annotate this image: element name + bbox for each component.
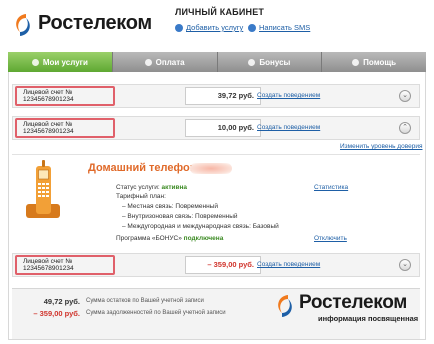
- account-balance: 39,72 руб.: [185, 87, 261, 105]
- account-row: Лицевой счет № 12345678901234 10,00 руб.…: [12, 116, 420, 140]
- footer-brand-name: Ростелеком: [299, 292, 408, 313]
- bonus-label: Программа «БОНУС»: [116, 235, 182, 242]
- plus-icon: [175, 23, 183, 32]
- service-title: Домашний телефон:: [88, 162, 201, 174]
- tariff-line: – Внутризоновая связь: Повременный: [122, 213, 238, 220]
- rostelecom-logo-icon: [278, 295, 292, 317]
- tariff-line: – Междугородная и международная связь: Б…: [122, 223, 279, 230]
- tariff-line-value: Базовый: [252, 223, 279, 230]
- tariff-label: Тарифный план:: [116, 193, 166, 200]
- brand-name: Ростелеком: [38, 12, 152, 34]
- chevron-up-icon: ⌃: [402, 124, 408, 131]
- help-icon: [352, 58, 360, 66]
- tab-bonuses[interactable]: Бонусы: [217, 52, 323, 72]
- status-value: активна: [161, 184, 188, 191]
- tariff-line-label: – Местная связь:: [122, 203, 174, 210]
- statistics-link[interactable]: Статистика: [314, 184, 348, 191]
- tariff-line: – Местная связь: Повременный: [122, 203, 218, 210]
- tab-payment[interactable]: Оплата: [112, 52, 218, 72]
- send-sms-label: Написать SMS: [259, 23, 311, 32]
- bonus-value: подключена: [183, 235, 224, 242]
- main-tabs: Мои услуги Оплата Бонусы Помощь: [8, 52, 426, 72]
- account-number: Лицевой счет № 12345678901234: [15, 255, 115, 275]
- total-debt: – 359,00 руб.: [33, 309, 80, 318]
- status-label: Статус услуги:: [116, 184, 160, 191]
- add-service-link[interactable]: Добавить услугу: [175, 23, 243, 32]
- chevron-down-icon: ⌄: [402, 92, 408, 99]
- add-service-label: Добавить услугу: [186, 23, 244, 32]
- divider: [12, 154, 420, 155]
- account-number: Лицевой счет № 12345678901234: [15, 118, 115, 138]
- cordless-phone-icon: [26, 160, 60, 218]
- tab-my-services[interactable]: Мои услуги: [8, 52, 113, 72]
- service-status: Статус услуги: активна: [116, 184, 187, 191]
- collapse-toggle-button[interactable]: ⌃: [399, 122, 411, 134]
- tariff-line-value: Повременный: [195, 213, 238, 220]
- account-number: Лицевой счет № 12345678901234: [15, 86, 115, 106]
- home-icon: [31, 58, 39, 66]
- footer-tagline: информация посвященная: [318, 314, 419, 323]
- account-row: Лицевой счет № 12345678901234 – 359,00 р…: [12, 253, 420, 277]
- send-sms-link[interactable]: Написать SMS: [248, 23, 310, 32]
- expand-toggle-button[interactable]: ⌄: [399, 259, 411, 271]
- chevron-down-icon: ⌄: [402, 261, 408, 268]
- cabinet-title: ЛИЧНЫЙ КАБИНЕТ: [175, 7, 265, 17]
- tariff-line-value: Повременный: [175, 203, 218, 210]
- bonus-program: Программа «БОНУС» подключена: [116, 235, 223, 242]
- change-trust-level-link[interactable]: Изменить уровень доверия: [340, 143, 422, 150]
- account-balance: – 359,00 руб.: [185, 256, 261, 274]
- disable-service-link[interactable]: Отключить: [314, 235, 347, 242]
- account-row: Лицевой счет № 12345678901234 39,72 руб.…: [12, 84, 420, 108]
- rostelecom-logo-icon: [16, 14, 30, 36]
- tariff-line-label: – Внутризоновая связь:: [122, 213, 194, 220]
- redacted-phone-number: [190, 163, 232, 174]
- create-promise-link[interactable]: Создать поведением: [257, 124, 320, 131]
- tab-label: Оплата: [155, 57, 185, 67]
- tab-label: Бонусы: [259, 57, 291, 67]
- expand-toggle-button[interactable]: ⌄: [399, 90, 411, 102]
- total-debt-caption: Сумма задолженностей по Вашей учетной за…: [86, 310, 226, 316]
- tab-label: Мои услуги: [42, 57, 88, 67]
- gift-icon: [248, 58, 256, 66]
- coin-icon: [144, 58, 152, 66]
- total-balance: 49,72 руб.: [43, 297, 80, 306]
- create-promise-link[interactable]: Создать поведением: [257, 261, 320, 268]
- mail-icon: [248, 23, 256, 32]
- tab-label: Помощь: [363, 57, 397, 67]
- account-balance: 10,00 руб.: [185, 119, 261, 137]
- total-balance-caption: Сумма остатков по Вашей учетной записи: [86, 298, 204, 304]
- tab-help[interactable]: Помощь: [322, 52, 426, 72]
- create-promise-link[interactable]: Создать поведением: [257, 92, 320, 99]
- tariff-line-label: – Междугородная и международная связь:: [122, 223, 251, 230]
